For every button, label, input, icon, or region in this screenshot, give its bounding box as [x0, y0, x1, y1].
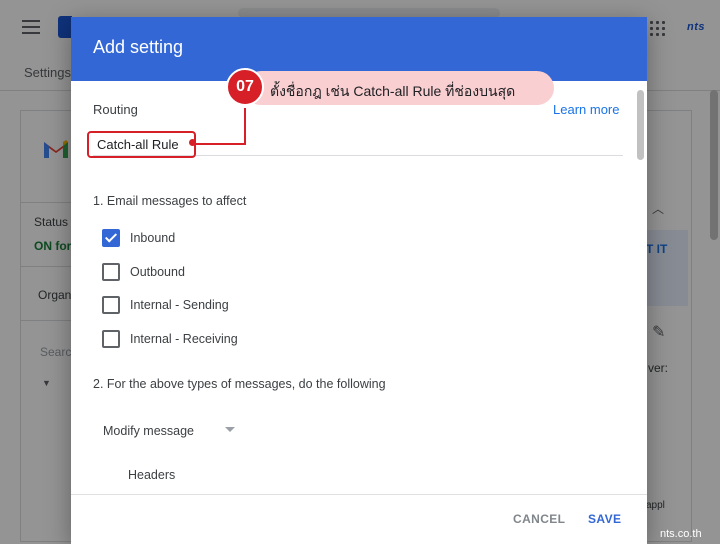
checkbox-unchecked-icon[interactable] [102, 296, 120, 314]
annotation-leader-line [244, 108, 246, 145]
dialog-title: Add setting [93, 37, 184, 57]
checkbox-label: Internal - Sending [130, 298, 229, 312]
annotation-text: ตั้งชื่อกฎ เช่น Catch-all Rule ที่ช่องบน… [270, 83, 516, 99]
annotation-step-number: 07 [226, 68, 264, 106]
checkbox-unchecked-icon[interactable] [102, 330, 120, 348]
step2-label: 2. For the above types of messages, do t… [93, 377, 386, 391]
headers-label: Headers [128, 468, 176, 482]
checkbox-outbound[interactable]: Outbound [102, 262, 185, 282]
dialog-scrollbar[interactable] [637, 90, 644, 160]
checkbox-internal-sending[interactable]: Internal - Sending [102, 295, 229, 315]
dialog-body: Routing Learn more 1. Email messages to … [71, 81, 647, 494]
checkbox-checked-icon[interactable] [102, 229, 120, 247]
checkbox-label: Internal - Receiving [130, 332, 238, 346]
save-button[interactable]: SAVE [588, 512, 621, 526]
cancel-button[interactable]: CANCEL [513, 512, 565, 526]
checkbox-unchecked-icon[interactable] [102, 263, 120, 281]
annotation-leader-line [194, 143, 246, 145]
dialog-footer: CANCEL SAVE [71, 494, 647, 544]
step1-label: 1. Email messages to affect [93, 194, 247, 208]
checkbox-label: Inbound [130, 231, 176, 245]
checkbox-inbound[interactable]: Inbound [102, 228, 175, 248]
learn-more-link[interactable]: Learn more [553, 102, 619, 117]
dropdown-caret-icon [225, 427, 235, 432]
checkbox-internal-receiving[interactable]: Internal - Receiving [102, 329, 238, 349]
action-select[interactable]: Modify message [103, 422, 243, 442]
action-select-value: Modify message [103, 424, 195, 438]
annotation-callout: ตั้งชื่อกฎ เช่น Catch-all Rule ที่ช่องบน… [226, 68, 556, 110]
checkbox-label: Outbound [130, 265, 185, 279]
rule-name-input[interactable] [93, 133, 623, 156]
watermark: nts.co.th [660, 528, 702, 540]
section-label: Routing [93, 102, 138, 117]
